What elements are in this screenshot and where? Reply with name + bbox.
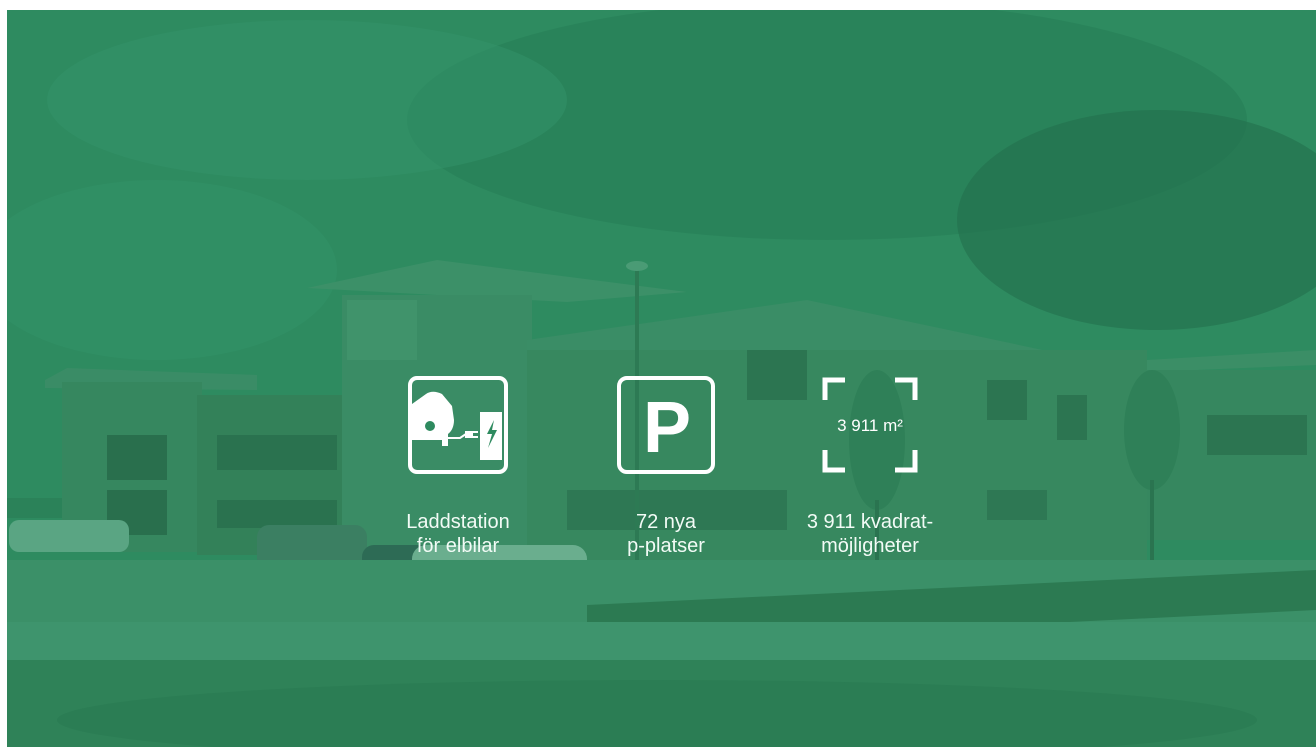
feature-area: 3 911 m² 3 911 kvadrat- möjligheter (770, 376, 970, 558)
parking-icon: P (617, 376, 715, 474)
feature-area-line2: möjligheter (821, 535, 919, 557)
area-frame-icon: 3 911 m² (822, 377, 918, 473)
feature-area-line1: 3 911 kvadrat- (806, 511, 934, 533)
area-value: 3 911 m² (837, 416, 903, 435)
ev-charging-icon (408, 376, 508, 474)
feature-ev-charging: Laddstation för elbilar (358, 376, 558, 558)
parking-glyph: P (643, 388, 691, 468)
feature-ev-charging-line1: Laddstation (406, 511, 510, 533)
feature-parking-line2: p-platser (627, 535, 705, 557)
hero-banner: Laddstation för elbilar P 72 nya p-plats… (7, 10, 1316, 747)
feature-parking: P 72 nya p-platser (566, 376, 766, 558)
feature-ev-charging-line2: för elbilar (416, 535, 500, 557)
feature-parking-line1: 72 nya (635, 511, 697, 533)
